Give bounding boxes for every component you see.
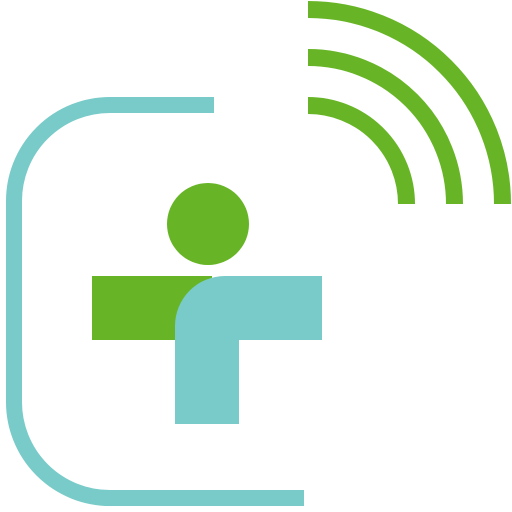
logo xyxy=(0,0,512,512)
person-head-shape xyxy=(167,183,249,265)
signal-arc-small xyxy=(307,97,415,205)
wireless-person-logo-icon xyxy=(6,1,511,506)
person-body-shape xyxy=(175,276,322,424)
